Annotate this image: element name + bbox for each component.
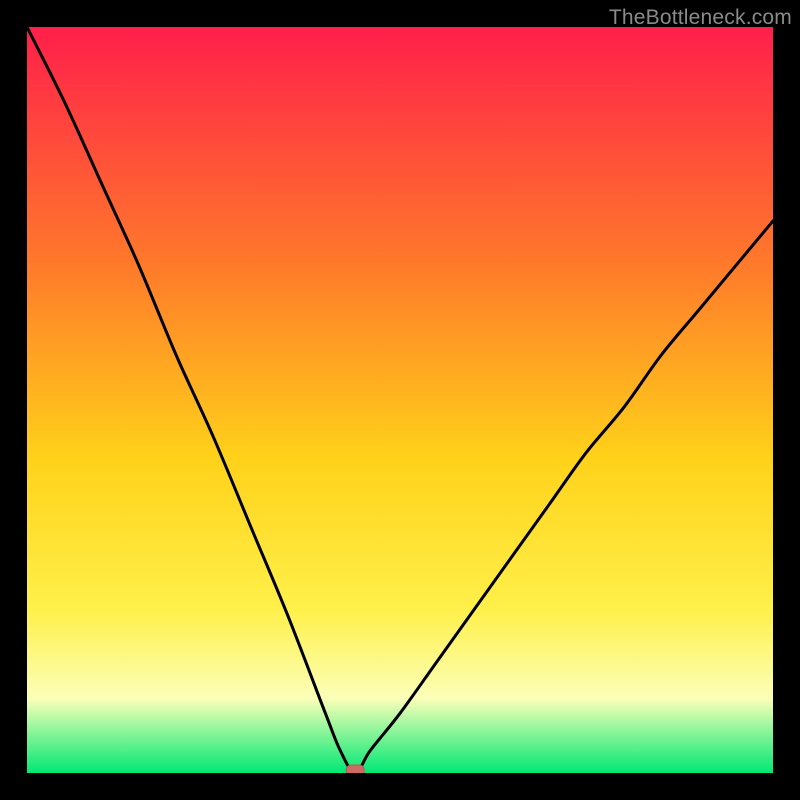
plot-area	[27, 27, 773, 773]
min-marker	[346, 765, 364, 773]
chart-frame: TheBottleneck.com	[0, 0, 800, 800]
bottleneck-curve	[27, 27, 773, 773]
watermark-text: TheBottleneck.com	[609, 6, 792, 30]
curve-layer	[27, 27, 773, 773]
